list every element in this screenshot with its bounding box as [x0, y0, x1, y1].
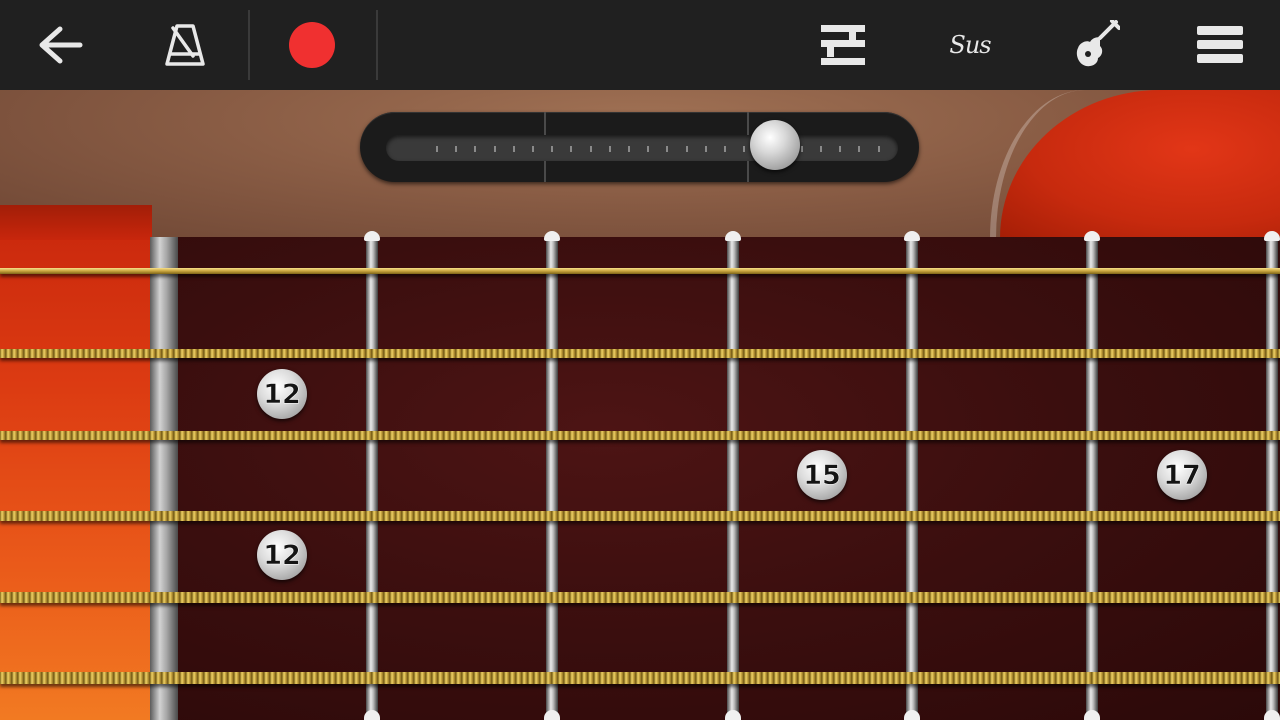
slider-tick: [532, 146, 534, 152]
fretboard[interactable]: [160, 237, 1280, 720]
fret-wire: [1086, 237, 1098, 720]
slider-tick: [570, 146, 573, 152]
slider-tick: [493, 146, 496, 152]
guitar-string[interactable]: [0, 591, 1280, 603]
slider-tick: [839, 146, 842, 152]
fret-wire-cap: [725, 231, 741, 241]
fret-wire-cap: [364, 231, 380, 241]
slider-tick: [608, 146, 611, 152]
slider-tick: [474, 146, 477, 152]
guitar-string[interactable]: [0, 268, 1280, 274]
slider-tick: [704, 146, 707, 152]
neck-position-slider[interactable]: [360, 112, 919, 182]
slider-track[interactable]: [386, 135, 898, 161]
slider-tick: [877, 146, 880, 152]
toolbar-divider: [248, 10, 250, 80]
slider-tick: [589, 146, 592, 152]
instrument-button[interactable]: [1055, 0, 1135, 90]
slider-tick: [647, 146, 650, 152]
fret-wire-cap: [1264, 710, 1280, 720]
fret-wire-cap: [544, 231, 560, 241]
fret-wire: [1266, 237, 1278, 720]
sus-chord-button[interactable]: Sus: [930, 0, 1010, 90]
fret-wire: [727, 237, 739, 720]
guitar-body-left-edge-top: [0, 205, 152, 240]
slider-tick: [628, 146, 630, 152]
metronome-icon: [165, 24, 205, 66]
slider-tick: [512, 146, 515, 152]
hamburger-menu-icon: [1197, 26, 1243, 63]
guitar-string[interactable]: [0, 672, 1280, 684]
sus-label: Sus: [949, 31, 991, 59]
fret-number-marker: 17: [1157, 450, 1207, 500]
guitar-body-rim: [990, 90, 1096, 238]
fretboard-nut: [150, 237, 178, 720]
slider-tick: [685, 146, 688, 152]
fret-wire-cap: [544, 710, 560, 720]
fret-wire-cap: [904, 231, 920, 241]
guitar-icon: [1076, 20, 1120, 67]
guitar-body-left-edge: [0, 205, 152, 720]
slider-tick: [743, 146, 746, 152]
toolbar-divider: [376, 10, 378, 80]
slider-tick: [858, 146, 861, 152]
guitar-string[interactable]: [0, 511, 1280, 521]
back-arrow-icon: [39, 26, 83, 64]
slider-tick: [455, 146, 458, 152]
fret-wire: [906, 237, 918, 720]
slider-tick: [800, 146, 803, 152]
fret-number-marker: 12: [257, 530, 307, 580]
record-button[interactable]: [272, 0, 352, 90]
slider-knob[interactable]: [750, 120, 801, 170]
fret-number-marker: 15: [797, 450, 847, 500]
slider-tick: [666, 146, 669, 152]
record-icon: [289, 22, 335, 68]
guitar-string[interactable]: [0, 348, 1280, 358]
fret-wire: [546, 237, 558, 720]
slider-tick: [724, 146, 726, 152]
fret-wire-cap: [1084, 231, 1100, 241]
fret-wire-cap: [1084, 710, 1100, 720]
fret-wire: [366, 237, 378, 720]
fret-wire-cap: [1264, 231, 1280, 241]
slider-tick: [551, 146, 554, 152]
slider-tick: [820, 146, 822, 152]
top-toolbar: Sus: [0, 0, 1280, 90]
fret-number-marker: 12: [257, 369, 307, 419]
back-button[interactable]: [20, 0, 100, 90]
fret-wire-cap: [904, 710, 920, 720]
chord-grid-icon: [821, 25, 865, 65]
guitar-string[interactable]: [0, 430, 1280, 440]
metronome-button[interactable]: [145, 0, 225, 90]
slider-tick: [436, 146, 438, 152]
chords-button[interactable]: [803, 0, 883, 90]
fret-wire-cap: [725, 710, 741, 720]
fret-wire-cap: [364, 710, 380, 720]
menu-button[interactable]: [1180, 0, 1260, 90]
